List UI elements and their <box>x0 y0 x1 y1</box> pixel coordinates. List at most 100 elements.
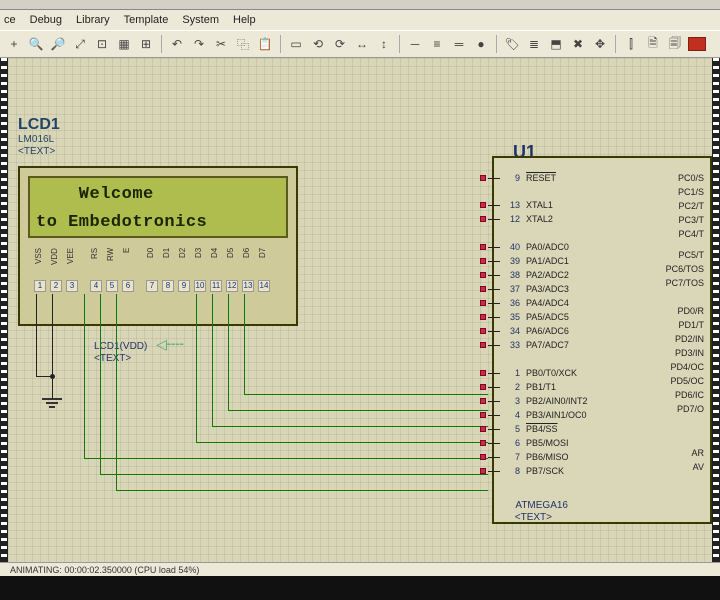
separator <box>161 35 162 53</box>
mirror-h-icon[interactable]: ↔ <box>352 34 372 54</box>
mcu-pin-pa4: 36PA4/ADC4 <box>502 298 569 308</box>
lcd-pin-num: 9 <box>178 280 190 292</box>
lcd-pin-d4: D4 <box>210 248 222 278</box>
cut-icon[interactable]: ✂ <box>211 34 231 54</box>
red-rect-icon[interactable] <box>687 34 707 54</box>
voltage-probe[interactable]: LCD1(VDD) ◁╌╌ <TEXT> <box>94 336 184 364</box>
rotate-l-icon[interactable]: ⟲ <box>308 34 328 54</box>
prop-icon[interactable]: 🏷 <box>502 34 522 54</box>
titlebar <box>0 0 720 10</box>
plus-icon[interactable]: + <box>4 34 24 54</box>
mcu-pin-pd7: PD7/O <box>677 404 704 414</box>
mcu-pin-pb4: 5PB4/SS <box>502 424 558 434</box>
mcu-pin-ar: AR <box>691 448 704 458</box>
zoom-in-icon[interactable]: 🔍 <box>26 34 46 54</box>
mcu-pin-pa6: 34PA6/ADC6 <box>502 326 569 336</box>
mcu-pin-pb3: 4PB3/AIN1/OC0 <box>502 410 587 420</box>
rotate-r-icon[interactable]: ⟳ <box>330 34 350 54</box>
separator <box>399 35 400 53</box>
copy-icon[interactable]: ⿻ <box>233 34 253 54</box>
lcd-pin-rs: RS <box>90 248 102 278</box>
mcu-pin-pd6: PD6/IC <box>675 390 704 400</box>
wire <box>100 474 488 475</box>
separator <box>615 35 616 53</box>
status-bar: ANIMATING: 00:00:02.350000 (CPU load 54%… <box>0 562 720 576</box>
menu-help[interactable]: Help <box>233 14 256 26</box>
snap-icon[interactable]: ⊞ <box>136 34 156 54</box>
lcd-pin-d3: D3 <box>194 248 206 278</box>
lcd-pin-d5: D5 <box>226 248 238 278</box>
mcu-part: ATMEGA16 <box>515 500 568 511</box>
lcd-pin-num: 3 <box>66 280 78 292</box>
wire <box>196 442 488 443</box>
mcu-text-tag: <TEXT> <box>515 512 552 523</box>
lcd-pin-num: 2 <box>50 280 62 292</box>
place-icon[interactable]: ⬒ <box>546 34 566 54</box>
split-icon[interactable]: ⫿ <box>621 34 641 54</box>
lcd-pin-vee: VEE <box>66 248 78 278</box>
report-icon[interactable]: 🗐 <box>665 34 685 54</box>
filmstrip-left <box>0 58 8 562</box>
wire <box>212 426 488 427</box>
lcd-pin-d6: D6 <box>242 248 254 278</box>
mcu-pin-pc1: PC1/S <box>678 187 704 197</box>
schematic-canvas[interactable]: LCD1 LM016L <TEXT> Welcome to Embedotron… <box>8 58 712 562</box>
lcd-pin-num: 11 <box>210 280 222 292</box>
lcd-pin-vdd: VDD <box>50 248 62 278</box>
menu-library[interactable]: Library <box>76 14 110 26</box>
net-icon[interactable]: ≡ <box>427 34 447 54</box>
mcu-pin-pc4: PC4/T <box>678 229 704 239</box>
mcu-pin-pd0: PD0/R <box>677 306 704 316</box>
mcu-pin-pd3: PD3/IN <box>675 348 704 358</box>
move-icon[interactable]: ✥ <box>590 34 610 54</box>
mcu-pin-pa1: 39PA1/ADC1 <box>502 256 569 266</box>
menu-template[interactable]: Template <box>124 14 169 26</box>
wire-icon[interactable]: ─ <box>405 34 425 54</box>
wire <box>228 410 488 411</box>
paste-icon[interactable]: 📋 <box>255 34 275 54</box>
menu-system[interactable]: System <box>182 14 219 26</box>
wire <box>228 294 229 410</box>
lcd-pin-labels: VSSVDDVEERSRWED0D1D2D3D4D5D6D7 <box>34 248 270 278</box>
zoom-out-icon[interactable]: 🔎 <box>48 34 68 54</box>
undo-icon[interactable]: ↶ <box>167 34 187 54</box>
mcu-pin-pc6: PC6/TOS <box>666 264 704 274</box>
bus-icon[interactable]: ═ <box>449 34 469 54</box>
wire <box>36 294 37 377</box>
menu-debug[interactable]: Debug <box>30 14 62 26</box>
menu-source[interactable]: ce <box>4 14 16 26</box>
page-icon[interactable]: 🗎 <box>643 34 663 54</box>
zoom-all-icon[interactable]: ⊡ <box>92 34 112 54</box>
mcu-pin-pa5: 35PA5/ADC5 <box>502 312 569 322</box>
mcu-pin-pd1: PD1/T <box>678 320 704 330</box>
lcd-pin-d0: D0 <box>146 248 158 278</box>
mcu-pin-pa3: 37PA3/ADC3 <box>502 284 569 294</box>
zoom-fit-icon[interactable]: ⤢ <box>70 34 90 54</box>
junction-icon[interactable]: ● <box>471 34 491 54</box>
separator <box>496 35 497 53</box>
redo-icon[interactable]: ↷ <box>189 34 209 54</box>
lcd-pin-num: 8 <box>162 280 174 292</box>
letterbox <box>0 576 720 600</box>
lcd-text-tag: <TEXT> <box>18 146 55 157</box>
lcd-pin-vss: VSS <box>34 248 46 278</box>
grid-icon[interactable]: ▦ <box>114 34 134 54</box>
lcd-screen: Welcome to Embedotronics <box>28 176 288 238</box>
mcu-pin-pd2: PD2/IN <box>675 334 704 344</box>
list-icon[interactable]: ≣ <box>524 34 544 54</box>
mcu-component[interactable]: 9RESET13XTAL112XTAL240PA0/ADC039PA1/ADC1… <box>492 156 712 524</box>
mcu-pin-xtal1: 13XTAL1 <box>502 200 553 210</box>
ground-symbol[interactable] <box>42 398 62 412</box>
block-icon[interactable]: ▭ <box>286 34 306 54</box>
lcd-component[interactable]: Welcome to Embedotronics VSSVDDVEERSRWED… <box>18 166 298 326</box>
delete-icon[interactable]: ✖ <box>568 34 588 54</box>
lcd-pin-num: 1 <box>34 280 46 292</box>
lcd-pin-num: 6 <box>122 280 134 292</box>
mcu-pin-pb7: 8PB7/SCK <box>502 466 564 476</box>
mcu-pin-reset: 9RESET <box>502 173 556 183</box>
lcd-pin-numbers: 1234567891011121314 <box>34 280 270 292</box>
lcd-ref[interactable]: LCD1 <box>18 116 60 134</box>
mcu-pin-pa2: 38PA2/ADC2 <box>502 270 569 280</box>
mirror-v-icon[interactable]: ↕ <box>374 34 394 54</box>
lcd-pin-num: 10 <box>194 280 206 292</box>
